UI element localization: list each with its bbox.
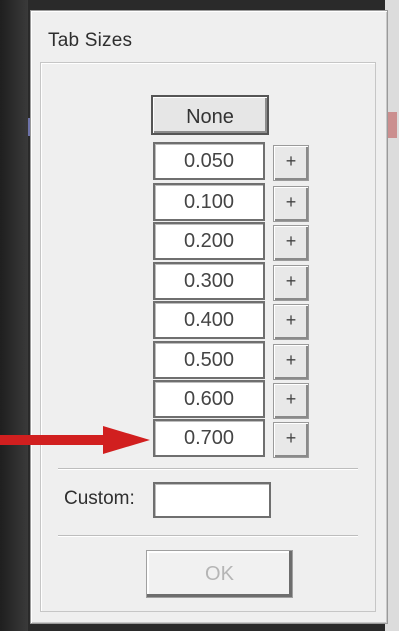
add-tab-size-button[interactable]: + — [273, 383, 309, 419]
tab-size-value[interactable]: 0.600 — [153, 380, 265, 418]
tab-size-value[interactable]: 0.200 — [153, 222, 265, 260]
dialog-title: Tab Sizes — [48, 30, 133, 51]
tab-size-row: 0.500 + — [153, 341, 313, 380]
tab-size-row: 0.400 + — [153, 301, 313, 340]
tab-size-value[interactable]: 0.500 — [153, 341, 265, 379]
tab-size-value[interactable]: 0.100 — [153, 183, 265, 221]
add-tab-size-button[interactable]: + — [273, 186, 309, 222]
tab-size-row: 0.300 + — [153, 262, 313, 301]
ok-button[interactable]: OK — [146, 550, 293, 598]
pointer-arrow-icon — [0, 426, 150, 454]
tab-size-value[interactable]: 0.700 — [153, 419, 265, 457]
add-tab-size-button[interactable]: + — [273, 145, 309, 181]
none-button[interactable]: None — [151, 95, 269, 135]
tab-size-value[interactable]: 0.300 — [153, 262, 265, 300]
tab-size-value[interactable]: 0.050 — [153, 142, 265, 180]
tab-size-row: 0.700 + — [153, 419, 313, 458]
tab-size-row: 0.050 + — [153, 142, 313, 181]
tab-size-row: 0.200 + — [153, 222, 313, 261]
add-tab-size-button[interactable]: + — [273, 265, 309, 301]
add-tab-size-button[interactable]: + — [273, 344, 309, 380]
tab-size-row: 0.600 + — [153, 380, 313, 419]
add-tab-size-button[interactable]: + — [273, 422, 309, 458]
add-tab-size-button[interactable]: + — [273, 225, 309, 261]
separator — [58, 468, 358, 470]
custom-label: Custom: — [64, 488, 135, 509]
tab-size-value[interactable]: 0.400 — [153, 301, 265, 339]
add-tab-size-button[interactable]: + — [273, 304, 309, 340]
tab-size-row: 0.100 + — [153, 183, 313, 222]
separator — [58, 535, 358, 537]
background-left-strip — [0, 0, 28, 631]
custom-input[interactable] — [153, 482, 271, 518]
